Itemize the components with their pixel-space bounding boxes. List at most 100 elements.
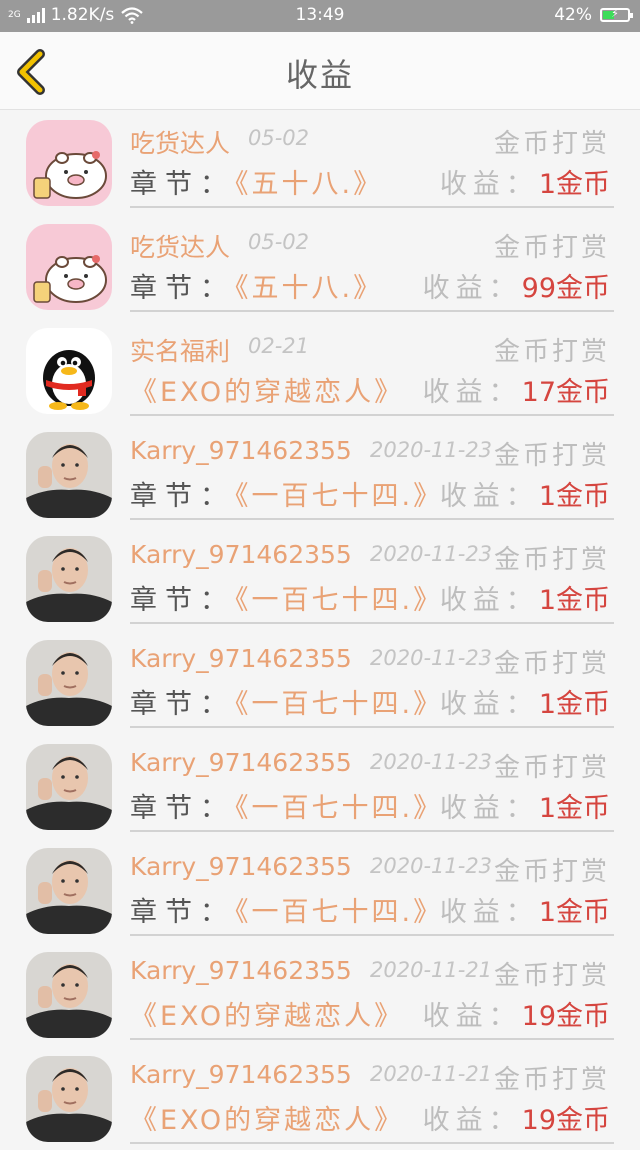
earning-date: 2020-11-23	[370, 750, 493, 774]
earning-label: 收益：	[439, 481, 539, 512]
person-avatar-icon	[26, 432, 112, 518]
earning-label: 收益：	[439, 897, 539, 928]
row-content: Karry_971462355 2020-11-21 金币打赏 《EXO的穿越恋…	[130, 1046, 614, 1144]
earnings-row[interactable]: Karry_971462355 2020-11-21 金币打赏 《EXO的穿越恋…	[0, 1046, 640, 1150]
person-avatar-icon	[26, 1056, 112, 1142]
status-bar: 2G 1.82K/s 13:49 42% ⚡	[0, 0, 640, 32]
earning-amount: 1金币	[538, 793, 610, 824]
person-avatar-icon	[26, 744, 112, 830]
battery-percent: 42%	[554, 5, 592, 25]
chapter-title: 《EXO的穿越恋人》	[130, 1105, 405, 1136]
user-name: 吃货达人	[130, 129, 231, 158]
earning-amount: 99金币	[521, 273, 610, 304]
person-avatar	[26, 536, 112, 622]
earning-label: 收益：	[439, 689, 539, 720]
row-content: Karry_971462355 2020-11-23 金币打赏 章节：《一百七十…	[130, 734, 614, 832]
pig-avatar	[26, 224, 112, 310]
earning-info: 收益：1金币	[440, 578, 610, 617]
earning-date: 2020-11-23	[370, 438, 493, 462]
earning-label: 收益：	[422, 377, 522, 408]
earning-label: 收益：	[422, 1105, 522, 1136]
user-name: Karry_971462355	[130, 644, 352, 673]
earning-amount: 17金币	[521, 377, 610, 408]
earning-amount: 1金币	[538, 585, 610, 616]
earning-type: 金币打赏	[493, 233, 610, 263]
earning-info: 收益：19金币	[423, 994, 610, 1033]
chapter-label: 章节：	[130, 585, 235, 616]
chapter-label: 章节：	[130, 273, 235, 304]
chapter-title: 《EXO的穿越恋人》	[130, 377, 405, 408]
chapter-title: 《EXO的穿越恋人》	[130, 1001, 405, 1032]
earning-date: 02-21	[248, 334, 310, 358]
row-content: Karry_971462355 2020-11-23 金币打赏 章节：《一百七十…	[130, 630, 614, 728]
earning-info: 收益：99金币	[423, 266, 610, 305]
pig-avatar-icon	[26, 224, 112, 310]
user-name: Karry_971462355	[130, 956, 352, 985]
person-avatar-icon	[26, 848, 112, 934]
chapter-info: 章节：《一百七十四.》	[130, 786, 443, 825]
pig-avatar-icon	[26, 120, 112, 206]
person-avatar	[26, 952, 112, 1038]
earning-amount: 1金币	[538, 897, 610, 928]
earning-date: 2020-11-21	[370, 1062, 493, 1086]
earning-label: 收益：	[439, 169, 539, 200]
earnings-row[interactable]: Karry_971462355 2020-11-23 金币打赏 章节：《一百七十…	[0, 630, 640, 734]
earnings-row[interactable]: Karry_971462355 2020-11-23 金币打赏 章节：《一百七十…	[0, 838, 640, 942]
user-name: 实名福利	[130, 337, 231, 366]
chapter-info: 章节：《一百七十四.》	[130, 474, 443, 513]
earning-type: 金币打赏	[493, 129, 610, 159]
chapter-label: 章节：	[130, 793, 235, 824]
earning-date: 05-02	[248, 126, 310, 150]
earnings-row[interactable]: 实名福利 02-21 金币打赏 《EXO的穿越恋人》 收益：17金币	[0, 318, 640, 422]
earning-type: 金币打赏	[493, 649, 610, 679]
chapter-title: 《五十八.》	[235, 273, 384, 304]
person-avatar	[26, 432, 112, 518]
chapter-info: 《EXO的穿越恋人》	[130, 370, 404, 409]
row-content: 实名福利 02-21 金币打赏 《EXO的穿越恋人》 收益：17金币	[130, 318, 614, 416]
row-content: Karry_971462355 2020-11-23 金币打赏 章节：《一百七十…	[130, 526, 614, 624]
earning-date: 2020-11-23	[370, 646, 493, 670]
person-avatar-icon	[26, 536, 112, 622]
chapter-title: 《一百七十四.》	[235, 585, 444, 616]
earning-date: 2020-11-23	[370, 854, 493, 878]
earning-type: 金币打赏	[493, 337, 610, 367]
row-content: Karry_971462355 2020-11-23 金币打赏 章节：《一百七十…	[130, 838, 614, 936]
earning-type: 金币打赏	[493, 857, 610, 887]
earnings-row[interactable]: Karry_971462355 2020-11-23 金币打赏 章节：《一百七十…	[0, 422, 640, 526]
earning-date: 05-02	[248, 230, 310, 254]
earning-info: 收益：1金币	[440, 786, 610, 825]
earning-label: 收益：	[439, 793, 539, 824]
chapter-info: 章节：《一百七十四.》	[130, 890, 443, 929]
person-avatar-icon	[26, 952, 112, 1038]
person-avatar-icon	[26, 640, 112, 726]
earning-info: 收益：1金币	[440, 682, 610, 721]
earnings-row[interactable]: 吃货达人 05-02 金币打赏 章节：《五十八.》 收益：1金币	[0, 110, 640, 214]
chapter-title: 《一百七十四.》	[235, 897, 444, 928]
earning-amount: 19金币	[521, 1001, 610, 1032]
chapter-label: 章节：	[130, 689, 235, 720]
earning-info: 收益：17金币	[423, 370, 610, 409]
earning-type: 金币打赏	[493, 441, 610, 471]
status-right: 42% ⚡	[554, 5, 633, 25]
chapter-info: 《EXO的穿越恋人》	[130, 1098, 404, 1137]
user-name: Karry_971462355	[130, 1060, 352, 1089]
earnings-row[interactable]: Karry_971462355 2020-11-21 金币打赏 《EXO的穿越恋…	[0, 942, 640, 1046]
user-name: Karry_971462355	[130, 436, 352, 465]
earnings-row[interactable]: Karry_971462355 2020-11-23 金币打赏 章节：《一百七十…	[0, 734, 640, 838]
earning-info: 收益：1金币	[440, 474, 610, 513]
earnings-row[interactable]: 吃货达人 05-02 金币打赏 章节：《五十八.》 收益：99金币	[0, 214, 640, 318]
earning-type: 金币打赏	[493, 545, 610, 575]
penguin-avatar	[26, 328, 112, 414]
chapter-info: 章节：《五十八.》	[130, 162, 383, 201]
person-avatar	[26, 640, 112, 726]
chapter-info: 章节：《一百七十四.》	[130, 682, 443, 721]
earning-date: 2020-11-23	[370, 542, 493, 566]
penguin-avatar-icon	[26, 328, 112, 414]
user-name: Karry_971462355	[130, 540, 352, 569]
user-name: 吃货达人	[130, 233, 231, 262]
top-nav-bar: 收益	[0, 32, 640, 110]
earning-date: 2020-11-21	[370, 958, 493, 982]
page-title: 收益	[285, 56, 354, 94]
earnings-row[interactable]: Karry_971462355 2020-11-23 金币打赏 章节：《一百七十…	[0, 526, 640, 630]
earning-info: 收益：1金币	[440, 162, 610, 201]
